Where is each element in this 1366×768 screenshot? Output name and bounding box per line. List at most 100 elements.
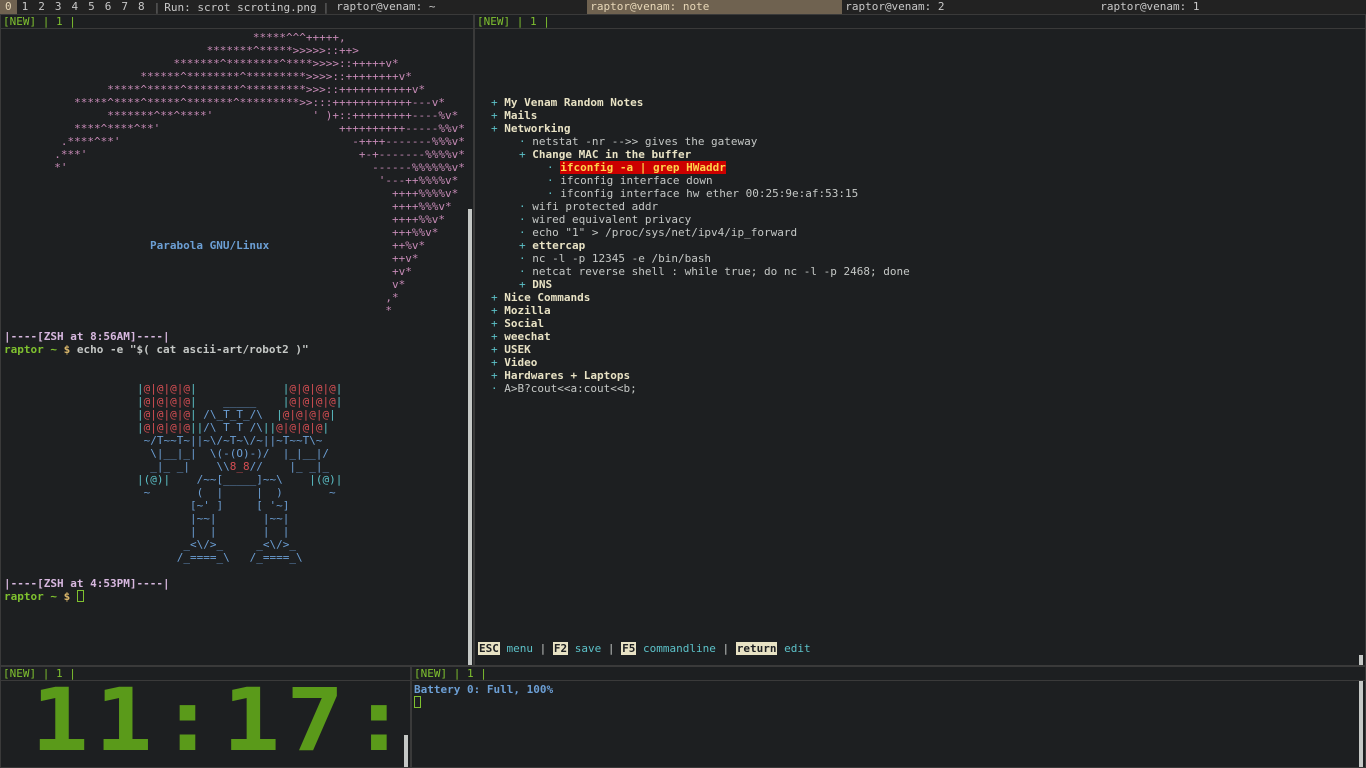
note-item[interactable]: + ettercap <box>491 239 910 252</box>
scrollbar-left[interactable] <box>468 209 472 665</box>
note-item[interactable]: · echo "1" > /proc/sys/net/ipv4/ip_forwa… <box>491 226 910 239</box>
note-item[interactable]: + Video <box>491 356 910 369</box>
workspace-0[interactable]: 0 <box>0 0 17 14</box>
note-item[interactable]: · netstat -nr -->> gives the gateway <box>491 135 910 148</box>
key-label: commandline <box>643 642 716 655</box>
scrollbar-battery[interactable] <box>1359 681 1363 767</box>
note-text: weechat <box>504 330 551 343</box>
note-item[interactable]: + DNS <box>491 278 910 291</box>
notes-tree: + My Venam Random Notes + Mails + Networki… <box>491 96 910 395</box>
battery-pane[interactable]: [NEW] | 1 | Battery 0: Full, 100% <box>411 666 1366 768</box>
note-item[interactable]: · wifi protected addr <box>491 200 910 213</box>
bullet-icon: · <box>547 187 554 200</box>
workspace-1[interactable]: 1 <box>17 0 34 14</box>
bullet-icon: · <box>491 382 498 395</box>
ascii-art-robot: |@|@|@|@| |@|@|@|@| |@|@|@|@| _____ |@|@… <box>137 382 343 564</box>
note-item[interactable]: · ifconfig interface down <box>491 174 910 187</box>
note-item[interactable]: + Mails <box>491 109 910 122</box>
key-label: menu <box>506 642 534 655</box>
prompt-user: raptor <box>4 590 44 603</box>
key-f5[interactable]: F5 <box>621 642 637 655</box>
note-item[interactable]: · wired equivalent privacy <box>491 213 910 226</box>
pane-header: [NEW] | 1 | <box>3 15 76 28</box>
note-text: wifi protected addr <box>532 200 659 213</box>
expand-icon: + <box>491 356 498 369</box>
note-text: ifconfig interface hw ether 00:25:9e:af:… <box>560 187 859 200</box>
bullet-icon: · <box>547 174 554 187</box>
pane-header: [NEW] | 1 | <box>414 667 487 680</box>
note-item[interactable]: + Hardwares + Laptops <box>491 369 910 382</box>
expand-icon: + <box>491 317 498 330</box>
terminal-pane-left[interactable]: [NEW] | 1 | *****^^^+++++, *******^*****… <box>0 14 474 666</box>
prompt-line-1: raptor ~ $ echo -e "$( cat ascii-art/rob… <box>4 343 309 356</box>
note-text: DNS <box>532 278 553 291</box>
note-text: netstat -nr -->> gives the gateway <box>532 135 758 148</box>
note-item[interactable]: + Change MAC in the buffer <box>491 148 910 161</box>
expand-icon: + <box>491 291 498 304</box>
notes-pane[interactable]: [NEW] | 1 | + My Venam Random Notes + Mai… <box>474 14 1366 666</box>
note-item[interactable]: · A>B?cout<<a:cout<<b; <box>491 382 910 395</box>
battery-prompt[interactable] <box>414 696 421 709</box>
workspace-6[interactable]: 6 <box>100 0 117 14</box>
note-item[interactable]: + Social <box>491 317 910 330</box>
note-item[interactable]: · nc -l -p 12345 -e /bin/bash <box>491 252 910 265</box>
note-item[interactable]: · ifconfig interface hw ether 00:25:9e:a… <box>491 187 910 200</box>
prompt-dir: ~ <box>50 343 57 356</box>
window-title-2[interactable]: raptor@venam: 2 <box>842 0 1097 14</box>
workspace-3[interactable]: 3 <box>50 0 67 14</box>
note-text: Hardwares + Laptops <box>504 369 631 382</box>
terminal-cursor <box>76 590 84 602</box>
digital-clock: 11:17:42 <box>31 669 411 768</box>
note-item[interactable]: + Networking <box>491 122 910 135</box>
workspace-8[interactable]: 8 <box>133 0 150 14</box>
note-item[interactable]: + Mozilla <box>491 304 910 317</box>
note-text: Video <box>504 356 538 369</box>
bullet-icon: · <box>519 200 526 213</box>
note-text: ifconfig -a | grep HWaddr <box>560 161 726 174</box>
bullet-icon: · <box>519 265 526 278</box>
key-f2[interactable]: F2 <box>552 642 569 655</box>
window-title-1[interactable]: raptor@venam: 1 <box>1097 0 1361 14</box>
terminal-cursor <box>414 696 421 708</box>
pane-number: 1 <box>56 15 63 28</box>
scrollbar-notes[interactable] <box>1359 655 1363 665</box>
key-label: edit <box>784 642 811 655</box>
note-text: wired equivalent privacy <box>532 213 692 226</box>
note-item[interactable]: · ifconfig -a | grep HWaddr <box>491 161 910 174</box>
workspace-5[interactable]: 5 <box>83 0 100 14</box>
ascii-art-logo: *****^^^+++++, *******^*****>>>>>::++> *… <box>54 31 465 317</box>
battery-status: Battery 0: Full, 100% <box>414 683 554 696</box>
pane-tag-new: [NEW] <box>477 15 511 28</box>
note-text: ettercap <box>532 239 586 252</box>
note-item[interactable]: + My Venam Random Notes <box>491 96 910 109</box>
pane-header: [NEW] | 1 | <box>477 15 550 28</box>
pane-tag-new: [NEW] <box>414 667 448 680</box>
window-title-home[interactable]: raptor@venam: ~ <box>333 0 587 14</box>
bullet-icon: · <box>519 252 526 265</box>
key-return[interactable]: return <box>735 642 778 655</box>
note-text: A>B?cout<<a:cout<<b; <box>504 382 637 395</box>
note-item[interactable]: · netcat reverse shell : while true; do … <box>491 265 910 278</box>
note-item[interactable]: + USEK <box>491 343 910 356</box>
note-text: nc -l -p 12345 -e /bin/bash <box>532 252 712 265</box>
workspace-4[interactable]: 4 <box>67 0 84 14</box>
expand-icon: + <box>519 148 526 161</box>
command-text: echo -e "$( cat ascii-art/robot2 )" <box>76 343 309 356</box>
note-text: Nice Commands <box>504 291 591 304</box>
expand-icon: + <box>491 109 498 122</box>
run-command-label: Run: scrot scroting.png <box>164 0 317 14</box>
expand-icon: + <box>491 369 498 382</box>
key-esc[interactable]: ESC <box>478 642 500 655</box>
prompt-line-2[interactable]: raptor ~ $ <box>4 590 84 603</box>
note-item[interactable]: + weechat <box>491 330 910 343</box>
expand-icon: + <box>491 122 498 135</box>
window-title-note[interactable]: raptor@venam: note <box>587 0 843 14</box>
workspace-2[interactable]: 2 <box>33 0 50 14</box>
workspace-list: 012345678 <box>0 0 150 14</box>
note-text: Networking <box>504 122 571 135</box>
note-item[interactable]: + Nice Commands <box>491 291 910 304</box>
expand-icon: + <box>519 278 526 291</box>
scrollbar-clock[interactable] <box>404 735 408 767</box>
bullet-icon: · <box>519 226 526 239</box>
workspace-7[interactable]: 7 <box>116 0 133 14</box>
